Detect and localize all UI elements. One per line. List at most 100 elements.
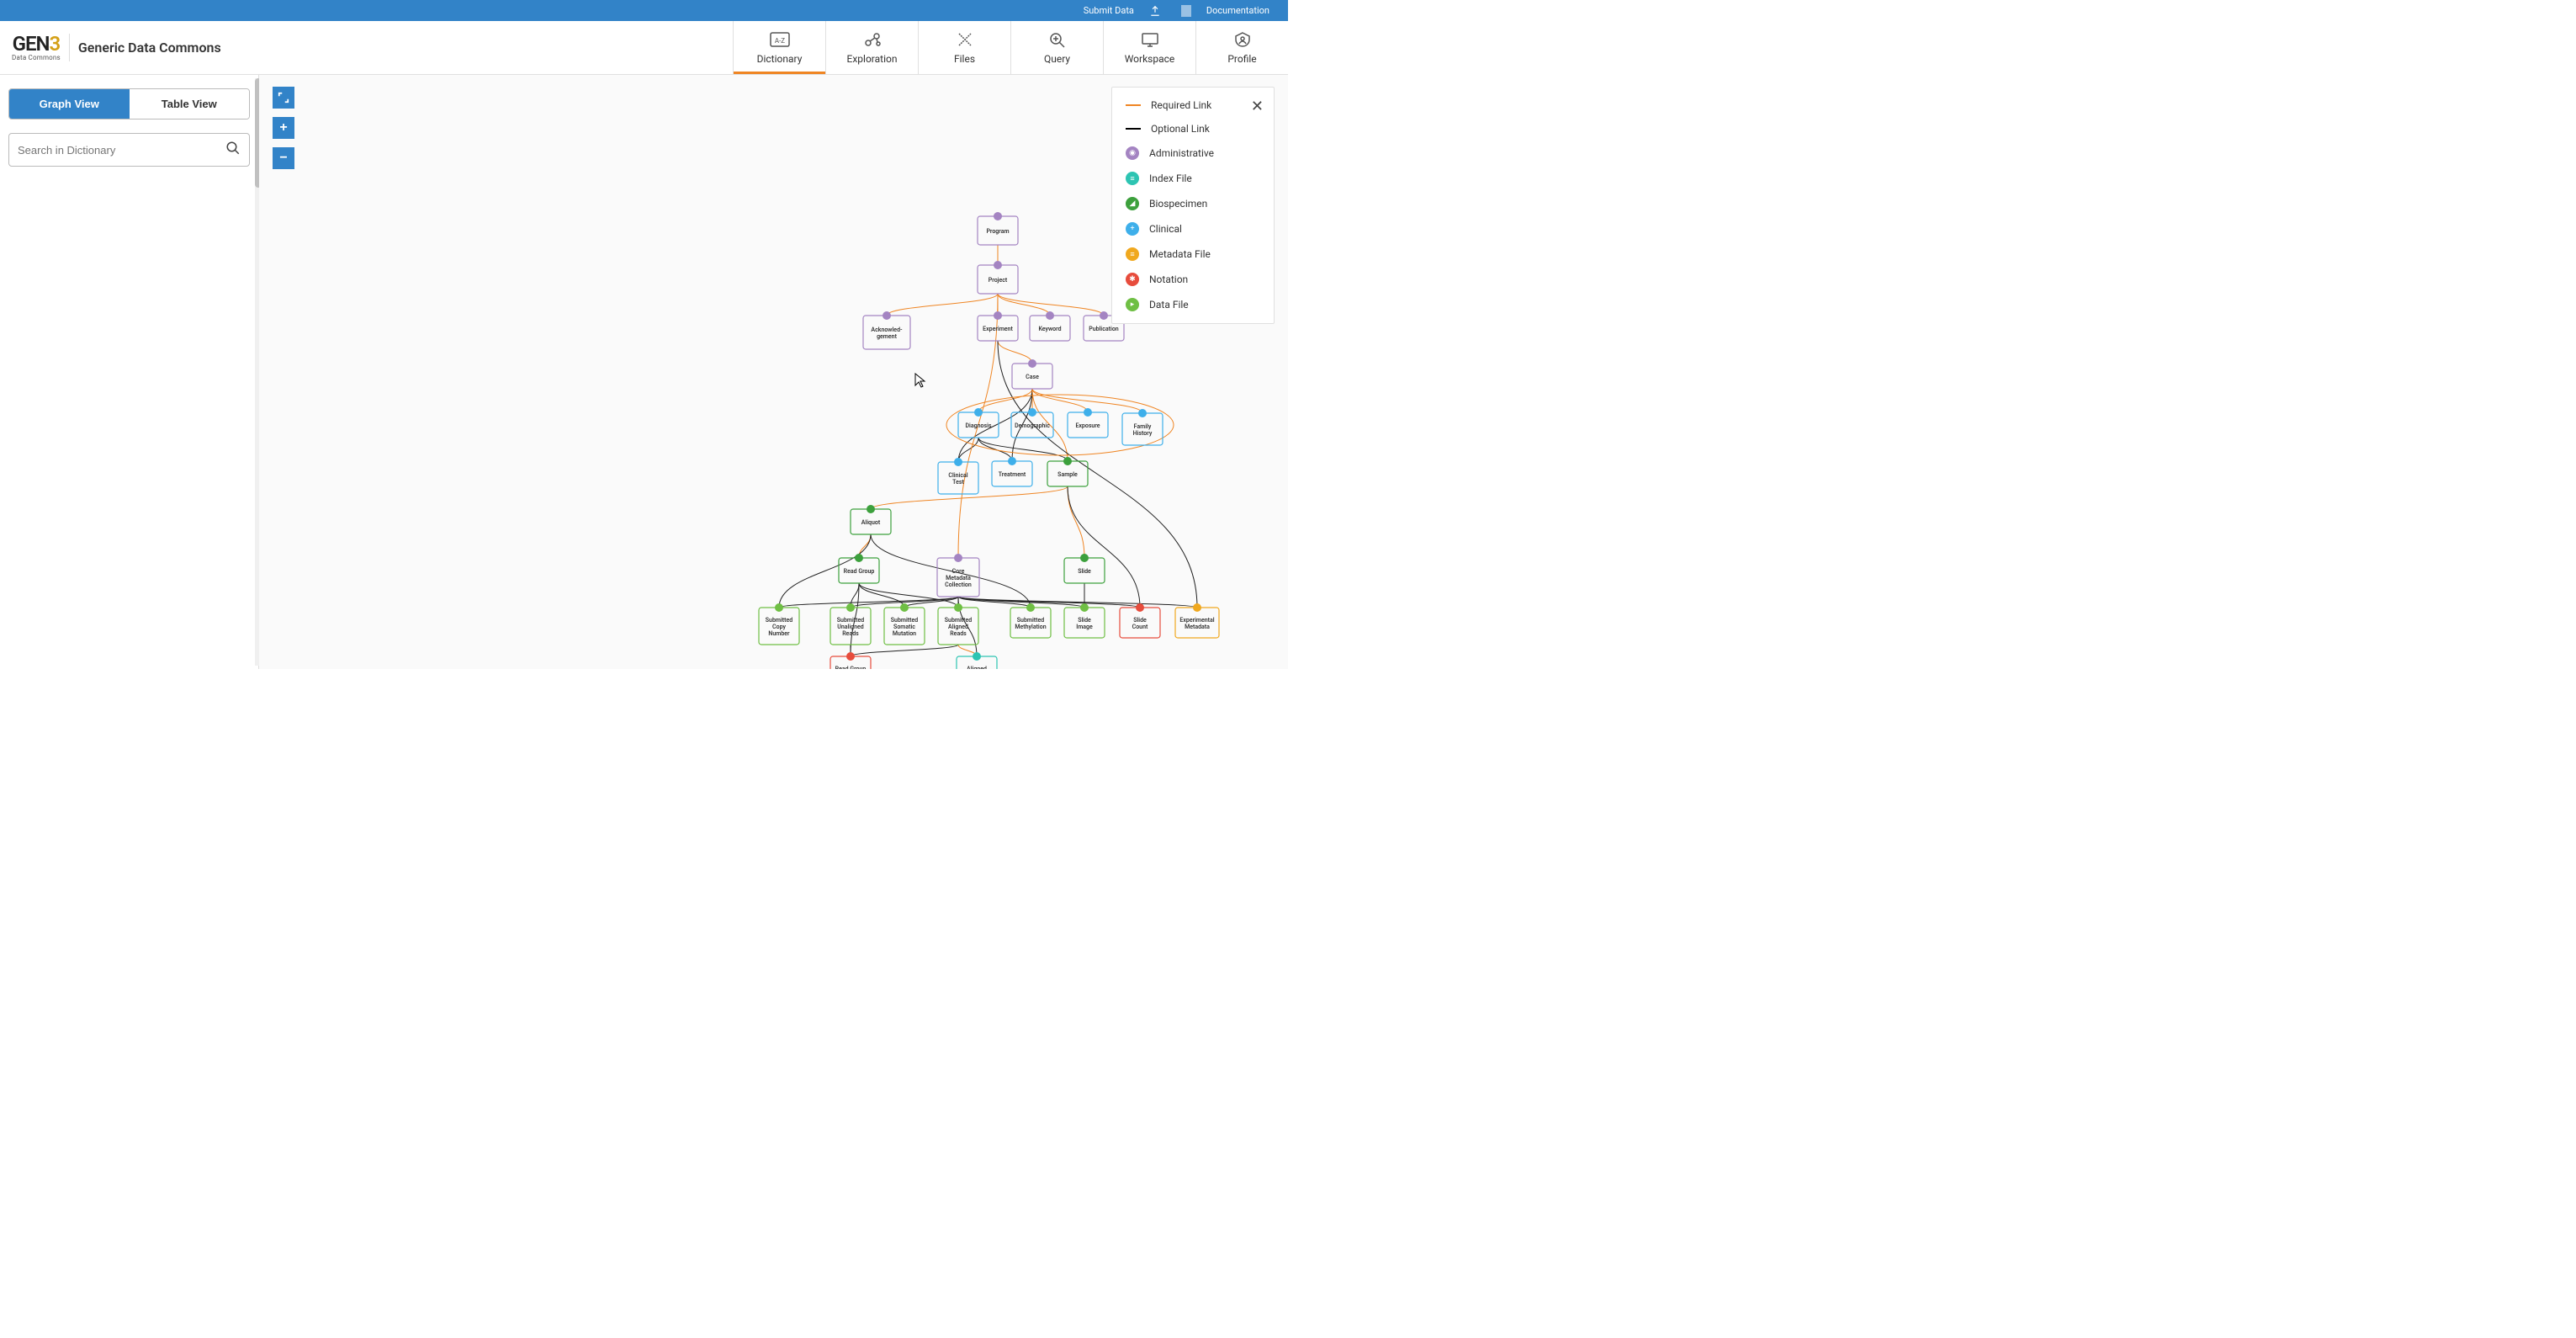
node-label: Somatic [893, 624, 915, 630]
node-aliquot[interactable]: Aliquot [851, 505, 891, 534]
graph-view-button[interactable]: Graph View [9, 89, 130, 119]
node-label: Read Group [835, 666, 867, 669]
node-label: Read Group [844, 568, 875, 575]
node-experiment[interactable]: Experiment [978, 311, 1018, 341]
node-submitted_copy_number[interactable]: SubmittedCopyNumber [759, 603, 799, 645]
node-label: Aliquot [861, 519, 881, 526]
legend-item: ◢Biospecimen [1126, 197, 1260, 210]
node-label: Acknowled- [871, 327, 903, 333]
nav-tab-query[interactable]: Query [1010, 21, 1103, 74]
gen3-logo[interactable]: GEN3 Data Commons [12, 34, 70, 61]
node-label: Submitted [1017, 617, 1044, 624]
node-label: Experimental [1179, 617, 1214, 624]
node-category-badge [954, 458, 962, 466]
node-keyword[interactable]: Keyword [1030, 311, 1070, 341]
node-project[interactable]: Project [978, 261, 1018, 294]
nav-tab-label: Query [1044, 53, 1070, 65]
nav-tab-label: Workspace [1125, 53, 1175, 65]
search-input[interactable] [18, 144, 225, 157]
legend-dot-swatch: ≡ [1126, 247, 1139, 261]
graph-edge [1068, 486, 1140, 608]
documentation-link[interactable]: Documentation [1201, 5, 1275, 16]
legend-label: Biospecimen [1149, 198, 1207, 210]
svg-text:A-Z: A-Z [774, 37, 784, 45]
node-read_group_qc[interactable]: Read GroupQC [830, 652, 871, 669]
node-category-badge [883, 311, 891, 320]
node-submitted_unaligned_reads[interactable]: SubmittedUnalignedReads [830, 603, 871, 645]
node-label: Case [1026, 374, 1039, 380]
nav-tab-exploration[interactable]: Exploration [825, 21, 918, 74]
node-exposure[interactable]: Exposure [1068, 408, 1108, 438]
legend-item: ▸ Data File [1126, 298, 1260, 311]
node-label: Reads [950, 630, 967, 637]
legend-label: Notation [1149, 273, 1188, 285]
graph-edge [887, 294, 998, 316]
site-title: Generic Data Commons [78, 40, 221, 56]
node-slide_count[interactable]: SlideCount [1120, 603, 1160, 638]
logo-area: GEN3 Data Commons Generic Data Commons [0, 21, 233, 74]
node-category-badge [1100, 311, 1108, 320]
node-label: Methylation [1015, 624, 1046, 630]
nav-tab-workspace[interactable]: Workspace [1103, 21, 1195, 74]
legend-dot-swatch: ◉ [1126, 146, 1139, 160]
node-label: Exposure [1075, 422, 1100, 429]
node-category-badge [846, 652, 855, 661]
node-category-badge [954, 603, 962, 612]
node-category-badge [846, 603, 855, 612]
legend-dot-swatch: ✱ [1126, 273, 1139, 286]
graph-edge [978, 389, 1032, 412]
nav-tab-label: Exploration [847, 53, 898, 65]
dictionary-sidebar: Graph View Table View [0, 75, 259, 669]
node-slide_image[interactable]: SlideImage [1064, 603, 1105, 638]
node-label: Aligned [967, 666, 987, 669]
node-submitted_aligned_reads[interactable]: SubmittedAlignedReads [938, 603, 978, 645]
node-case[interactable]: Case [1012, 359, 1052, 389]
node-read_group[interactable]: Read Group [839, 554, 879, 583]
legend-dot-swatch: ▸ [1126, 298, 1139, 311]
node-label: Clinical [948, 472, 967, 479]
node-family_history[interactable]: FamilyHistory [1122, 409, 1163, 445]
node-program[interactable]: Program [978, 212, 1018, 245]
submit-data-link[interactable]: Submit Data [1073, 5, 1171, 17]
node-diagnosis[interactable]: Diagnosis [958, 408, 999, 438]
primary-nav: A-ZDictionary Exploration Files Query Worksp… [733, 21, 1288, 74]
node-label: Image [1076, 624, 1093, 630]
node-experimental_metadata[interactable]: ExperimentalMetadata [1175, 603, 1219, 638]
legend-item: ≡Index File [1126, 172, 1260, 185]
node-label: Copy [772, 624, 786, 630]
dictionary-search[interactable] [8, 133, 250, 167]
node-label: Core [952, 568, 965, 575]
node-sample[interactable]: Sample [1047, 457, 1088, 486]
legend-dot-swatch: ≡ [1126, 172, 1139, 185]
table-view-button[interactable]: Table View [130, 89, 250, 119]
legend-label: Required Link [1151, 99, 1211, 111]
exploration-icon [861, 31, 884, 48]
profile-icon [1231, 31, 1254, 48]
query-icon [1046, 31, 1069, 48]
node-category-badge [1136, 603, 1144, 612]
graph-canvas[interactable]: + − ProgramProjectAcknowled-gementExperi… [259, 75, 1288, 669]
main-header: GEN3 Data Commons Generic Data Commons A… [0, 21, 1288, 75]
node-submitted_somatic_mutation[interactable]: SubmittedSomaticMutation [884, 603, 925, 645]
node-aligned_reads_index[interactable]: AlignedReadsIndex [957, 652, 997, 669]
nav-tab-dictionary[interactable]: A-ZDictionary [733, 21, 825, 74]
node-treatment[interactable]: Treatment [992, 457, 1032, 486]
node-category-badge [1080, 554, 1089, 562]
legend-label: Data File [1149, 299, 1189, 311]
graph-edge [998, 294, 1050, 316]
node-clinical_test[interactable]: ClinicalTest [938, 458, 978, 494]
nav-tab-files[interactable]: Files [918, 21, 1010, 74]
node-core_metadata[interactable]: CoreMetadataCollection [937, 554, 979, 597]
node-category-badge [994, 212, 1002, 220]
node-submitted_methylation[interactable]: SubmittedMethylation [1010, 603, 1051, 638]
node-slide[interactable]: Slide [1064, 554, 1105, 583]
close-icon[interactable]: ✕ [1251, 98, 1264, 115]
node-category-badge [1028, 408, 1036, 417]
node-acknowledgement[interactable]: Acknowled-gement [863, 311, 910, 349]
files-icon [953, 31, 977, 48]
nav-tab-profile[interactable]: Profile [1195, 21, 1288, 74]
node-label: Treatment [999, 471, 1026, 478]
node-label: Program [986, 228, 1009, 235]
node-label: Metadata [1185, 624, 1210, 630]
workspace-icon [1138, 31, 1162, 48]
